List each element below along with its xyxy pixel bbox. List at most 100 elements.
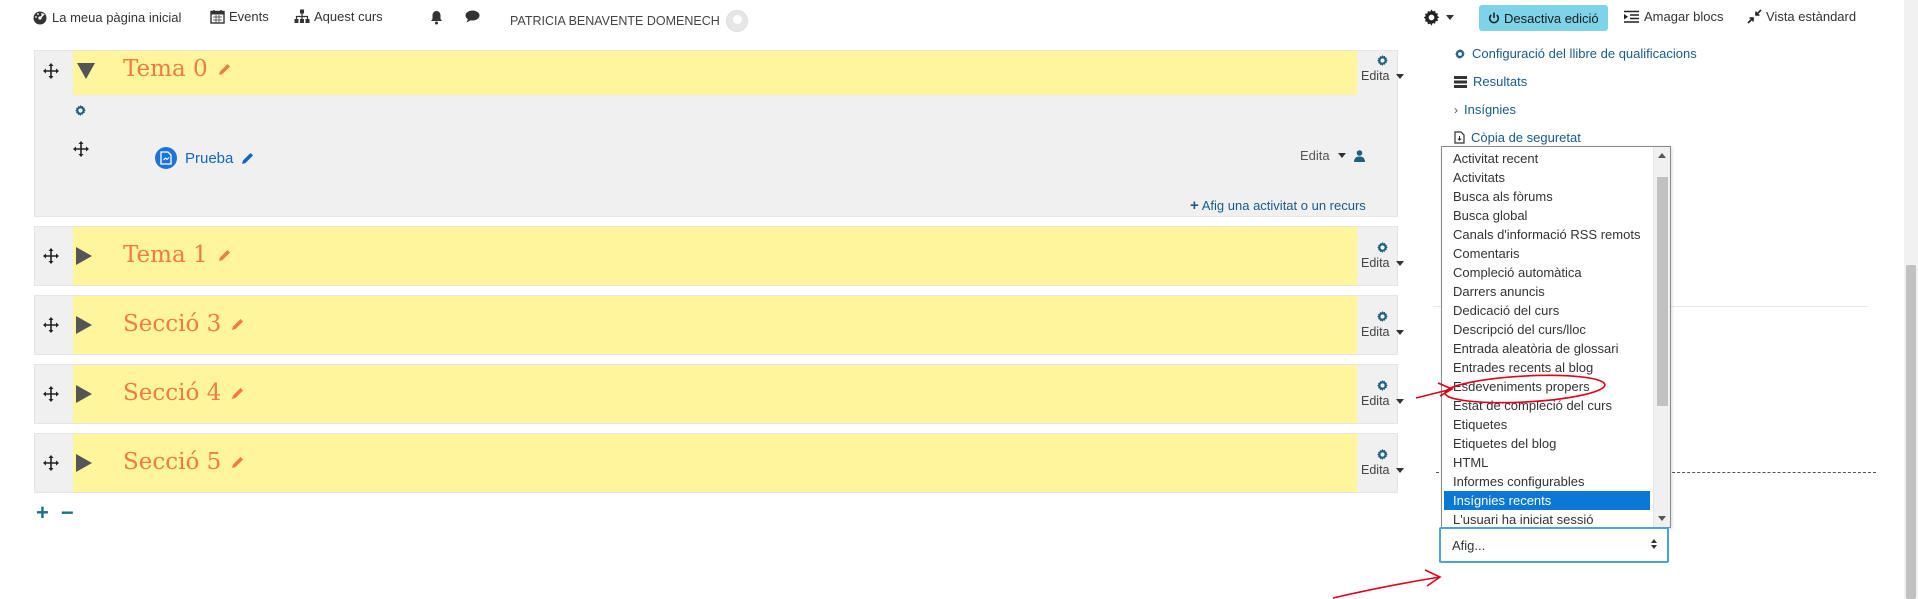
cog-icon [1376,448,1388,461]
list-item[interactable]: Estat de compleció del curs [1444,396,1650,415]
badges-label: Insígnies [1464,102,1517,117]
section-header [73,296,1357,354]
move-icon[interactable] [43,248,59,264]
list-item[interactable]: Busca als fòrums [1444,187,1650,206]
updown-icon [1651,539,1657,549]
nav-events-link[interactable]: Events [210,9,269,24]
move-icon[interactable] [43,317,59,333]
top-navbar: La meua pàgina inicial Events Aquest cur… [0,0,1918,36]
edit-off-button[interactable]: Desactiva edició [1479,5,1608,31]
course-section-1: Tema 1 Edita [34,226,1404,286]
course-section-3: Secció 3 Edita [34,295,1404,355]
bell-icon[interactable] [430,10,443,25]
list-item[interactable]: Comentaris [1444,244,1650,263]
hide-blocks-label: Amagar blocs [1644,9,1724,24]
list-item[interactable]: Dedicació del curs [1444,301,1650,320]
remove-section-icon[interactable]: − [61,500,74,526]
activity-item[interactable]: Prueba [155,147,254,169]
move-icon[interactable] [43,63,59,79]
chevron-down-icon [1395,73,1404,79]
list-item[interactable]: Esdeveniments propers [1444,377,1650,396]
calendar-icon [210,9,225,24]
gear-icon [1422,8,1441,27]
add-block-select[interactable]: Afig... [1439,527,1669,563]
list-item[interactable]: Darrers anuncis [1444,282,1650,301]
pencil-icon[interactable] [241,152,254,165]
section-title-text: Tema 1 [123,242,208,268]
list-item[interactable]: Etiquetes del blog [1444,434,1650,453]
add-block-dropdown-list[interactable]: Activitat recent Activitats Busca als fò… [1441,146,1671,528]
outcomes-label: Resultats [1473,74,1528,89]
list-icon [1454,75,1467,88]
page-scrollbar[interactable] [1904,0,1918,599]
hide-blocks-button[interactable]: Amagar blocs [1623,9,1723,24]
section-edit-menu[interactable]: Edita [1361,241,1404,270]
section-edit-menu[interactable]: Edita [1361,54,1404,83]
user-icon[interactable] [1353,149,1365,162]
backup-link[interactable]: Còpia de seguretat [1454,130,1581,145]
pencil-icon[interactable] [231,318,244,331]
cog-icon [1376,379,1388,392]
section-edit-menu[interactable]: Edita [1361,379,1404,408]
list-item[interactable]: HTML [1444,453,1650,472]
list-scrollbar[interactable] [1653,147,1670,527]
list-item[interactable]: Compleció automàtica [1444,263,1650,282]
cog-icon[interactable] [74,104,87,117]
scroll-thumb[interactable] [1657,177,1668,406]
list-item[interactable]: Descripció del curs/lloc [1444,320,1650,339]
page-scroll-thumb[interactable] [1906,265,1916,599]
move-icon[interactable] [73,141,89,157]
collapse-icon[interactable] [77,63,95,79]
plus-icon: + [1190,197,1199,214]
backup-label: Còpia de seguretat [1471,130,1581,145]
add-section-icon[interactable]: + [36,500,49,526]
move-icon[interactable] [43,386,59,402]
nav-home-link[interactable]: La meua pàgina inicial [32,9,181,25]
list-item[interactable]: Entrades recents al blog [1444,358,1650,377]
add-activity-label: Afig una activitat o un recurs [1201,198,1366,213]
section-edit-menu[interactable]: Edita [1361,310,1404,339]
scroll-down-icon[interactable] [1658,516,1666,521]
list-item[interactable]: L'usuari ha iniciat sessió [1444,510,1650,527]
standard-view-label: Vista estàndard [1766,9,1857,24]
chat-icon[interactable] [465,10,480,23]
expand-icon[interactable] [76,385,92,403]
activity-edit-menu[interactable]: Edita [1300,148,1365,163]
settings-menu[interactable] [1422,8,1454,27]
pencil-icon[interactable] [218,63,231,76]
chevron-down-icon [1337,153,1346,158]
list-item-selected[interactable]: Insígnies recents [1444,491,1650,510]
section-edit-menu[interactable]: Edita [1361,448,1404,477]
list-item[interactable]: Informes configurables [1444,472,1650,491]
file-icon [1454,131,1465,144]
add-activity-link[interactable]: + Afig una activitat o un recurs [1190,197,1366,214]
chevron-down-icon [1395,398,1404,404]
pencil-icon[interactable] [231,387,244,400]
arrow-head-icon [1424,569,1442,587]
move-icon[interactable] [43,455,59,471]
edit-off-label: Desactiva edició [1504,10,1599,26]
expand-icon[interactable] [76,316,92,334]
gradebook-setup-link[interactable]: Configuració del llibre de qualificacion… [1454,46,1697,61]
pencil-icon[interactable] [231,456,244,469]
list-item[interactable]: Etiquetes [1444,415,1650,434]
expand-icon[interactable] [76,247,92,265]
list-item[interactable]: Entrada aleatòria de glossari [1444,339,1650,358]
sitemap-icon [294,9,310,24]
section-title-text: Secció 4 [123,380,222,406]
scroll-up-icon[interactable] [1658,153,1666,158]
standard-view-button[interactable]: Vista estàndard [1747,9,1856,24]
add-block-select-value: Afig... [1452,537,1486,553]
list-item[interactable]: Activitat recent [1444,149,1650,168]
list-item[interactable]: Busca global [1444,206,1650,225]
edit-label: Edita [1361,325,1390,339]
badges-link[interactable]: › Insígnies [1454,102,1516,117]
list-item[interactable]: Activitats [1444,168,1650,187]
list-item[interactable]: Canals d'informació RSS remots [1444,225,1650,244]
outcomes-link[interactable]: Resultats [1454,74,1527,89]
pencil-icon[interactable] [218,249,231,262]
nav-course-link[interactable]: Aquest curs [294,9,383,24]
user-menu[interactable]: PATRICIA BENAVENTE DOMENECH [510,10,748,32]
expand-icon[interactable] [76,454,92,472]
user-name: PATRICIA BENAVENTE DOMENECH [510,14,720,28]
